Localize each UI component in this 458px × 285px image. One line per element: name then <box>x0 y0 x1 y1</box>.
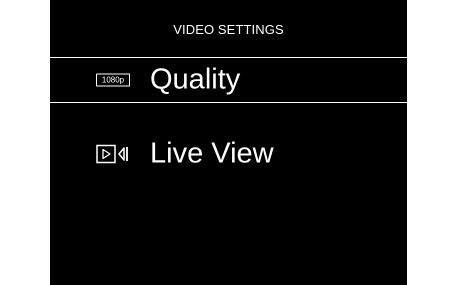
live-view-icon <box>96 144 128 164</box>
resolution-1080p-icon: 1080p <box>96 73 130 87</box>
video-settings-screen: VIDEO SETTINGS 1080p Quality Live View <box>50 0 407 285</box>
menu-item-quality[interactable]: 1080p Quality <box>50 57 407 103</box>
menu-item-live-view[interactable]: Live View <box>50 131 407 177</box>
menu-title: VIDEO SETTINGS <box>173 22 284 37</box>
menu-item-label-live-view: Live View <box>150 137 274 170</box>
menu-item-label-quality: Quality <box>150 63 241 96</box>
